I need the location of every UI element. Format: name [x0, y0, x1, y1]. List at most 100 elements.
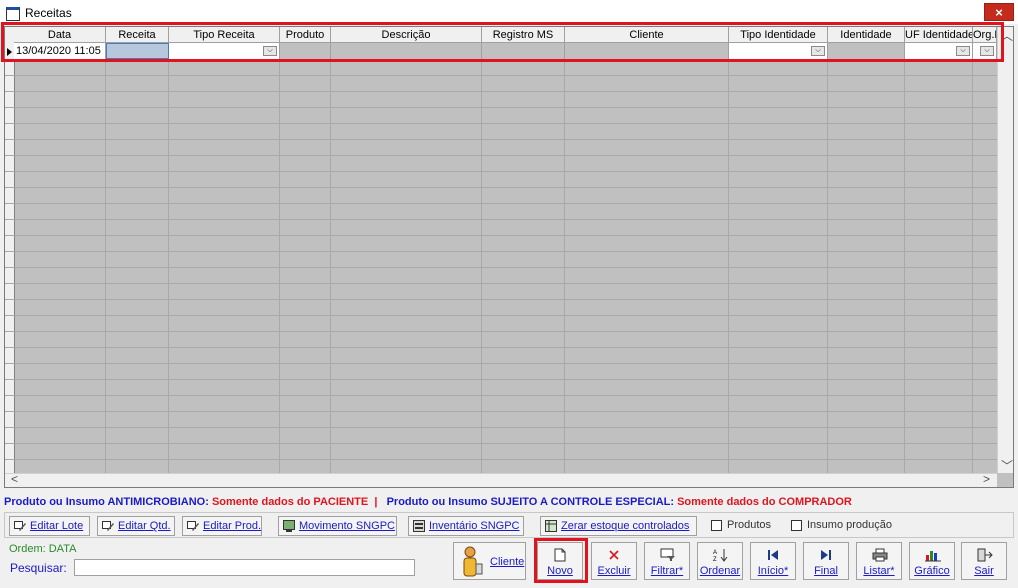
delete-icon — [609, 550, 619, 560]
grid-line — [5, 267, 997, 268]
monitor-icon — [283, 520, 295, 532]
excluir-label: Excluir — [597, 565, 631, 577]
sort-az-icon: AZ — [713, 549, 728, 562]
info-paciente-text: Somente dados do PACIENTE — [208, 496, 369, 508]
excluir-button[interactable]: Excluir — [591, 542, 637, 580]
zerar-estoque-label: Zerar estoque controlados — [561, 520, 690, 532]
exit-door-icon — [977, 548, 993, 562]
cliente-label: Cliente — [490, 556, 525, 568]
window-title: Receitas — [25, 6, 72, 20]
edit-icon — [187, 521, 199, 531]
editar-prod-label: Editar Prod. — [203, 520, 262, 532]
editar-qtd-button[interactable]: Editar Qtd. — [97, 516, 175, 536]
filtrar-button[interactable]: Filtrar* — [644, 542, 690, 580]
grid-line — [5, 75, 997, 76]
ordenar-label: Ordenar — [699, 565, 741, 577]
inicio-label: Início* — [757, 565, 789, 577]
ordem-label: Ordem: DATA — [9, 543, 77, 555]
ordenar-button[interactable]: AZ Ordenar — [697, 542, 743, 580]
grid-line — [5, 411, 997, 412]
edit-icon — [102, 521, 114, 531]
printer-icon — [872, 548, 888, 562]
grid-line — [5, 443, 997, 444]
info-controle-especial-label: Produto ou Insumo SUJEITO A CONTROLE ESP… — [383, 496, 675, 508]
svg-text:A: A — [713, 550, 717, 556]
grafico-label: Gráfico — [914, 565, 950, 577]
grid-line — [5, 347, 997, 348]
sair-label: Sair — [974, 565, 994, 577]
info-separator: | — [368, 496, 384, 508]
cliente-button[interactable]: Cliente — [453, 542, 526, 580]
inventario-sngpc-label: Inventário SNGPC — [429, 520, 520, 532]
grid-line — [5, 299, 997, 300]
grid-line — [5, 171, 997, 172]
final-button[interactable]: Final — [803, 542, 849, 580]
filtrar-label: Filtrar* — [650, 565, 684, 577]
grid-line — [5, 107, 997, 108]
info-bar: Produto ou Insumo ANTIMICROBIANO: Soment… — [4, 494, 1014, 510]
secondary-toolbar: Editar Lote Editar Qtd. Editar Prod. Mov… — [4, 512, 1014, 538]
grid-line — [5, 123, 997, 124]
editar-lote-label: Editar Lote — [30, 520, 84, 532]
insumo-producao-checkbox[interactable] — [791, 520, 802, 531]
title-bar: Receitas × — [0, 0, 1018, 24]
grid-line — [5, 363, 997, 364]
grid-line — [5, 379, 997, 380]
info-comprador-text: Somente dados do COMPRADOR — [674, 496, 852, 508]
grid-line — [5, 395, 997, 396]
info-antimicrobiano-label: Produto ou Insumo ANTIMICROBIANO: — [4, 496, 209, 508]
produtos-checkbox-label: Produtos — [727, 519, 772, 531]
grid-line — [5, 235, 997, 236]
sair-button[interactable]: Sair — [961, 542, 1007, 580]
insumo-producao-label: Insumo produção — [807, 519, 892, 531]
scroll-left-icon[interactable]: < — [11, 472, 18, 486]
new-document-icon — [554, 548, 566, 562]
listar-label: Listar* — [863, 565, 895, 577]
grafico-button[interactable]: Gráfico — [909, 542, 955, 580]
grid-line — [5, 155, 997, 156]
svg-text:Z: Z — [713, 557, 717, 562]
movimento-sngpc-button[interactable]: Movimento SNGPC — [278, 516, 397, 536]
final-label: Final — [814, 565, 838, 577]
pesquisar-input[interactable] — [74, 559, 415, 576]
inventario-sngpc-button[interactable]: Inventário SNGPC — [408, 516, 524, 536]
empty-grid-area — [5, 27, 997, 473]
grid-line — [5, 331, 997, 332]
close-button[interactable]: × — [984, 3, 1014, 21]
grid-line — [5, 219, 997, 220]
window-icon — [6, 7, 20, 21]
produtos-checkbox[interactable] — [711, 520, 722, 531]
person-icon — [463, 546, 483, 577]
scroll-down-icon[interactable]: ﹀ — [1001, 457, 1013, 474]
edit-icon — [14, 521, 26, 531]
grid-line — [5, 59, 997, 60]
grid-line — [5, 459, 997, 460]
grid-line — [5, 315, 997, 316]
editar-lote-button[interactable]: Editar Lote — [9, 516, 90, 536]
editar-qtd-label: Editar Qtd. — [118, 520, 171, 532]
filter-icon — [660, 548, 675, 561]
scroll-right-icon[interactable]: > — [983, 472, 990, 486]
grid-line — [5, 251, 997, 252]
zerar-estoque-button[interactable]: Zerar estoque controlados — [540, 516, 697, 536]
bottom-panel: Ordem: DATA Pesquisar: Cliente Novo Excl… — [4, 540, 1014, 586]
grid-line — [5, 203, 997, 204]
first-record-icon — [768, 550, 778, 560]
grid-line — [5, 187, 997, 188]
horizontal-scrollbar[interactable]: < > — [5, 472, 997, 487]
bar-chart-icon — [925, 551, 941, 562]
novo-button[interactable]: Novo — [537, 542, 583, 580]
vertical-scrollbar[interactable]: ︿ ﹀ — [997, 27, 1013, 474]
spreadsheet-icon — [545, 520, 557, 532]
listar-button[interactable]: Listar* — [856, 542, 902, 580]
scroll-up-icon[interactable]: ︿ — [1001, 27, 1013, 44]
movimento-sngpc-label: Movimento SNGPC — [299, 520, 395, 532]
inventory-icon — [413, 520, 425, 532]
grid-line — [5, 427, 997, 428]
pesquisar-label: Pesquisar: — [10, 561, 67, 575]
editar-prod-button[interactable]: Editar Prod. — [182, 516, 262, 536]
inicio-button[interactable]: Início* — [750, 542, 796, 580]
receitas-grid[interactable]: Data Receita Tipo Receita Produto Descri… — [4, 26, 1014, 488]
grid-line — [5, 139, 997, 140]
last-record-icon — [821, 550, 831, 560]
